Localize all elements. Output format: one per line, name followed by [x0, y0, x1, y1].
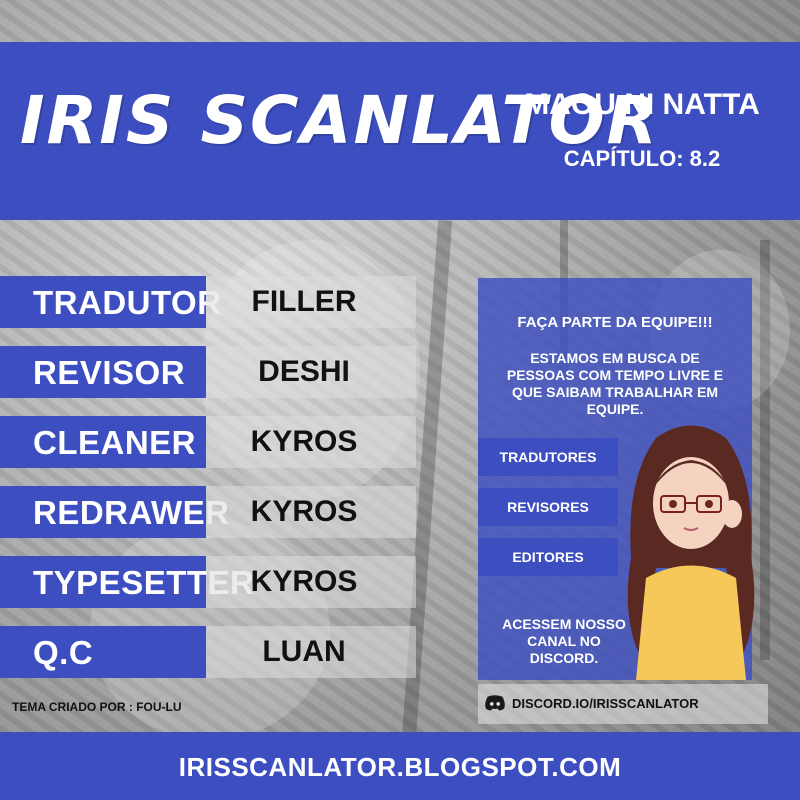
blog-url[interactable]: IRISSCANLATOR.BLOGSPOT.COM — [0, 752, 800, 783]
credit-name: KYROS — [250, 565, 358, 598]
credit-name: KYROS — [250, 425, 358, 458]
role-button-revisores[interactable]: REVISORES — [478, 488, 618, 526]
role-button-tradutores[interactable]: TRADUTORES — [478, 438, 618, 476]
recruit-body: ESTAMOS EM BUSCA DE PESSOAS COM TEMPO LI… — [506, 350, 724, 417]
credit-role: TRADUTOR — [33, 284, 222, 321]
chapter-label: CAPÍTULO: 8.2 — [563, 146, 721, 171]
credit-role: REDRAWER — [33, 494, 230, 531]
credit-row: CLEANER KYROS — [0, 416, 420, 468]
credit-role-box: TRADUTOR — [0, 276, 221, 328]
discord-icon — [485, 695, 505, 711]
credit-role-box: Q.C — [0, 626, 206, 678]
credit-name: DESHI — [258, 355, 350, 388]
footer-banner: IRISSCANLATOR.BLOGSPOT.COM — [0, 732, 800, 800]
credit-name-box: DESHI — [206, 346, 416, 398]
credit-name: KYROS — [250, 495, 358, 528]
credit-name-box: KYROS — [206, 486, 416, 538]
credit-name: FILLER — [251, 285, 357, 318]
credit-name-box: LUAN — [206, 626, 416, 678]
credit-row: TRADUTOR FILLER — [0, 276, 420, 328]
discord-link[interactable]: DISCORD.IO/IRISSCANLATOR — [512, 696, 699, 711]
credit-role-box: CLEANER — [0, 416, 206, 468]
credit-name-box: KYROS — [206, 556, 416, 608]
theme-credit: TEMA CRIADO POR : FOU-LU — [12, 700, 182, 714]
credit-row: REDRAWER KYROS — [0, 486, 420, 538]
credit-name-box: FILLER — [206, 276, 416, 328]
character-illustration — [627, 425, 755, 680]
series-title: MAOU NI NATTA — [524, 88, 760, 121]
credit-name: LUAN — [262, 635, 346, 668]
credit-row: Q.C LUAN — [0, 626, 420, 678]
credit-role-box: REDRAWER — [0, 486, 229, 538]
discord-bar[interactable]: DISCORD.IO/IRISSCANLATOR — [478, 684, 768, 724]
credit-role: REVISOR — [33, 354, 186, 391]
credit-row: TYPESETTER KYROS — [0, 556, 420, 608]
credit-role: Q.C — [33, 634, 94, 671]
recruit-heading: FAÇA PARTE DA EQUIPE!!! — [517, 314, 713, 331]
credit-name-box: KYROS — [206, 416, 416, 468]
role-button-editores[interactable]: EDITORES — [478, 538, 618, 576]
credit-role-box: TYPESETTER — [0, 556, 254, 608]
credit-row: REVISOR DESHI — [0, 346, 420, 398]
credit-role-box: REVISOR — [0, 346, 206, 398]
credit-role: CLEANER — [33, 424, 197, 461]
